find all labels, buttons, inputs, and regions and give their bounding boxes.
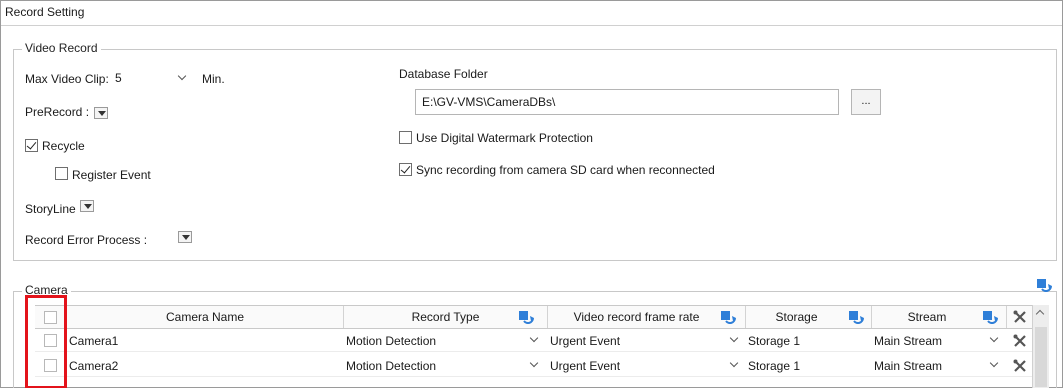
record-type-value: Motion Detection — [346, 333, 437, 348]
recycle-label: Recycle — [42, 139, 85, 153]
prerecord-label: PreRecord : — [25, 105, 90, 119]
stream-select[interactable]: Main Stream — [872, 355, 1007, 376]
apply-storage-icon[interactable] — [848, 310, 864, 326]
header-record-type: Record Type — [344, 306, 548, 328]
table-row[interactable]: Camera2 Motion Detection Urgent Event St… — [35, 355, 1035, 377]
table-row[interactable]: Camera1 Motion Detection Urgent Event St… — [35, 330, 1035, 352]
row-tools-cell — [1007, 330, 1033, 351]
header-stream-label: Stream — [907, 310, 947, 324]
title-divider — [1, 25, 1062, 26]
register-event-label: Register Event — [72, 168, 151, 182]
database-folder-label: Database Folder — [399, 67, 488, 81]
apply-record-type-icon[interactable] — [518, 310, 534, 326]
chevron-down-icon — [529, 358, 539, 368]
frame-rate-value: Urgent Event — [550, 333, 621, 348]
header-storage-label: Storage — [775, 310, 818, 324]
database-folder-value: E:\GV-VMS\CameraDBs\ — [422, 95, 556, 109]
apply-frame-rate-icon[interactable] — [720, 310, 736, 326]
header-storage: Storage — [746, 306, 872, 328]
max-video-clip-value: 5 — [115, 71, 122, 85]
header-frame-rate-label: Video record frame rate — [573, 310, 700, 324]
watermark-label: Use Digital Watermark Protection — [416, 131, 593, 145]
max-video-clip-select[interactable]: 5 — [111, 68, 195, 88]
header-tools — [1007, 306, 1033, 328]
record-error-process-label: Record Error Process : — [25, 233, 148, 247]
tools-icon[interactable] — [1012, 358, 1028, 374]
cell-camera-name: Camera2 — [69, 358, 119, 373]
frame-rate-select[interactable]: Urgent Event — [548, 355, 746, 376]
storyline-label: StoryLine — [25, 202, 76, 216]
register-event-checkbox[interactable] — [55, 167, 68, 180]
chevron-down-icon — [729, 333, 739, 343]
chevron-down-icon — [989, 333, 999, 343]
row-tools-cell — [1007, 355, 1033, 376]
scroll-thumb[interactable] — [1035, 327, 1047, 387]
frame-rate-select[interactable]: Urgent Event — [548, 330, 746, 351]
record-type-select[interactable]: Motion Detection — [344, 330, 548, 351]
recycle-checkbox[interactable] — [25, 139, 38, 152]
sync-sd-card-label: Sync recording from camera SD card when … — [416, 163, 715, 177]
scroll-up-icon[interactable] — [1035, 309, 1045, 319]
header-camera-name: Camera Name — [67, 306, 344, 328]
record-error-process-dropdown-button[interactable] — [178, 231, 192, 243]
chevron-down-icon — [729, 358, 739, 368]
browse-folder-button[interactable]: ... — [851, 89, 881, 115]
stream-value: Main Stream — [874, 333, 943, 348]
apply-all-icon[interactable] — [1036, 278, 1052, 294]
header-camera-name-label: Camera Name — [165, 310, 245, 324]
header-frame-rate: Video record frame rate — [548, 306, 746, 328]
tools-icon[interactable] — [1012, 309, 1028, 325]
frame-rate-value: Urgent Event — [550, 358, 621, 373]
header-record-type-label: Record Type — [411, 310, 480, 324]
max-video-clip-unit: Min. — [202, 72, 225, 86]
database-folder-input[interactable]: E:\GV-VMS\CameraDBs\ — [415, 89, 839, 115]
storage-cell[interactable]: Storage 1 — [746, 330, 872, 351]
table-vertical-scrollbar[interactable] — [1032, 305, 1049, 388]
stream-select[interactable]: Main Stream — [872, 330, 1007, 351]
record-type-value: Motion Detection — [346, 358, 437, 373]
watermark-checkbox[interactable] — [399, 131, 412, 144]
chevron-down-icon — [529, 333, 539, 343]
cell-camera-name: Camera1 — [69, 333, 119, 348]
chevron-down-icon — [989, 358, 999, 368]
stream-value: Main Stream — [874, 358, 943, 373]
window-title: Record Setting — [5, 5, 85, 19]
table-header: Camera Name Record Type Video record fra… — [35, 305, 1035, 329]
prerecord-dropdown-button[interactable] — [94, 107, 108, 119]
storage-cell[interactable]: Storage 1 — [746, 355, 872, 376]
chevron-down-icon — [177, 71, 187, 81]
video-record-legend: Video Record — [22, 41, 101, 55]
record-type-select[interactable]: Motion Detection — [344, 355, 548, 376]
record-setting-window: Record Setting Video Record Max Video Cl… — [0, 0, 1063, 388]
tools-icon[interactable] — [1012, 333, 1028, 349]
apply-stream-icon[interactable] — [982, 310, 998, 326]
storyline-dropdown-button[interactable] — [80, 200, 94, 212]
header-stream: Stream — [872, 306, 1007, 328]
checkbox-column-highlight — [25, 295, 67, 388]
max-video-clip-label: Max Video Clip: — [25, 72, 109, 86]
sync-sd-card-checkbox[interactable] — [399, 163, 412, 176]
